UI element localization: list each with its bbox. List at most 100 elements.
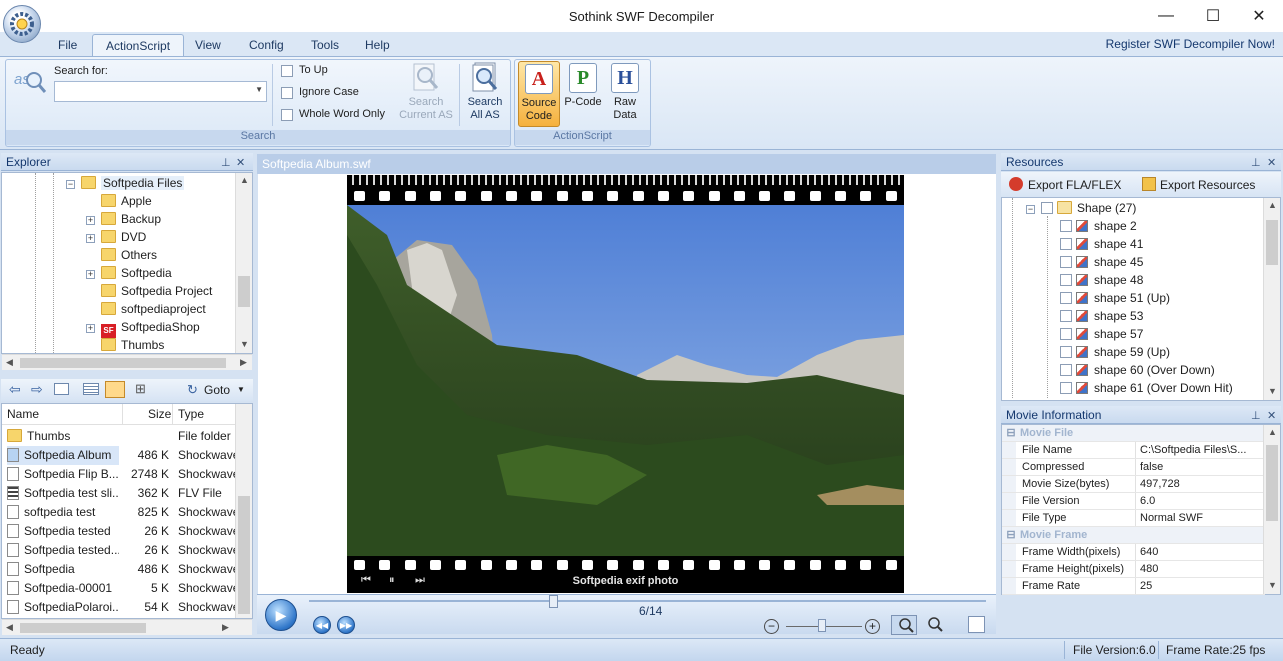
tab-config[interactable]: Config bbox=[236, 34, 297, 56]
property-row[interactable]: File Version 6.0 bbox=[1002, 493, 1265, 510]
export-fla-button[interactable]: Export FLA/FLEX bbox=[1028, 178, 1121, 192]
forward-arrow-icon[interactable]: ⇨ bbox=[31, 381, 43, 398]
scroll-thumb[interactable] bbox=[1266, 445, 1278, 521]
tree-item[interactable]: + SF SoftpediaShop bbox=[66, 318, 234, 338]
zoom-thumb[interactable] bbox=[818, 619, 826, 632]
tree-item[interactable]: softpediaproject bbox=[66, 300, 234, 318]
scroll-thumb[interactable] bbox=[238, 276, 250, 307]
resource-checkbox[interactable] bbox=[1060, 274, 1072, 286]
search-input[interactable]: ▼ bbox=[54, 81, 267, 102]
expand-icon[interactable]: + bbox=[86, 270, 95, 279]
resource-item[interactable]: shape 41 bbox=[1060, 235, 1233, 253]
resource-checkbox[interactable] bbox=[1060, 220, 1072, 232]
hscroll-thumb[interactable] bbox=[20, 623, 146, 633]
raw-data-button[interactable]: H Raw Data bbox=[605, 63, 645, 122]
tree-item[interactable]: + DVD bbox=[66, 228, 234, 246]
resource-checkbox[interactable] bbox=[1060, 346, 1072, 358]
search-current-as-button[interactable]: Search Current AS bbox=[398, 62, 454, 122]
tree-hscrollbar[interactable]: ◀ ▶ bbox=[2, 354, 252, 370]
scroll-down-icon[interactable]: ▼ bbox=[1268, 386, 1277, 396]
to-up-checkbox[interactable] bbox=[281, 65, 293, 77]
timeline-thumb[interactable] bbox=[548, 595, 558, 608]
collapse-icon[interactable]: ⊟ bbox=[1002, 527, 1020, 543]
pin-icon[interactable]: ⊥ bbox=[1251, 409, 1261, 422]
scroll-right-icon[interactable]: ▶ bbox=[240, 357, 247, 368]
column-type[interactable]: Type bbox=[178, 404, 204, 425]
hscroll-thumb[interactable] bbox=[20, 358, 226, 368]
file-row[interactable]: Softpedia Flip B... 2748 K Shockwave bbox=[2, 465, 236, 484]
property-row[interactable]: File Name C:\Softpedia Files\S... bbox=[1002, 442, 1265, 459]
resource-item[interactable]: shape 60 (Over Down) bbox=[1060, 361, 1233, 379]
zoom-in-icon[interactable]: + bbox=[865, 619, 880, 634]
collapse-icon[interactable]: ⊟ bbox=[1002, 425, 1020, 441]
tree-scrollbar[interactable]: ▲ ▼ bbox=[235, 173, 252, 353]
column-size[interactable]: Size bbox=[148, 404, 171, 425]
resource-checkbox[interactable] bbox=[1060, 238, 1072, 250]
resource-item[interactable]: shape 2 bbox=[1060, 217, 1233, 235]
filter-icon[interactable]: ⊞ bbox=[135, 381, 146, 397]
zoom-out-icon[interactable]: − bbox=[764, 619, 779, 634]
file-row[interactable]: Softpedia Album 486 K Shockwave bbox=[2, 446, 236, 465]
property-category[interactable]: ⊟ Movie File bbox=[1002, 425, 1265, 442]
property-row[interactable]: Frame Width(pixels) 640 bbox=[1002, 544, 1265, 561]
close-panel-icon[interactable]: ✕ bbox=[1267, 409, 1276, 422]
scroll-left-icon[interactable]: ◀ bbox=[6, 357, 13, 368]
expand-icon[interactable]: + bbox=[86, 216, 95, 225]
scroll-down-icon[interactable]: ▼ bbox=[1268, 580, 1277, 590]
resources-scrollbar[interactable]: ▲ ▼ bbox=[1263, 198, 1280, 400]
resource-checkbox[interactable] bbox=[1060, 382, 1072, 394]
close-panel-icon[interactable]: ✕ bbox=[1267, 156, 1276, 169]
property-category[interactable]: ⊟ Movie Frame bbox=[1002, 527, 1265, 544]
register-link[interactable]: Register SWF Decompiler Now! bbox=[1106, 37, 1275, 51]
file-row[interactable]: SoftpediaPolaroi... 54 K Shockwave bbox=[2, 598, 236, 617]
minimize-button[interactable]: — bbox=[1143, 0, 1189, 32]
list-view-icon[interactable] bbox=[83, 383, 99, 395]
resource-item[interactable]: shape 57 bbox=[1060, 325, 1233, 343]
resource-item[interactable]: shape 59 (Up) bbox=[1060, 343, 1233, 361]
dropdown-arrow-icon[interactable]: ▼ bbox=[255, 85, 263, 94]
scroll-thumb[interactable] bbox=[1266, 220, 1278, 265]
up-folder-icon[interactable] bbox=[54, 383, 69, 395]
pin-icon[interactable]: ⊥ bbox=[1251, 156, 1261, 169]
document-tab[interactable]: Softpedia Album.swf bbox=[257, 154, 996, 174]
resource-checkbox[interactable] bbox=[1060, 310, 1072, 322]
scroll-up-icon[interactable]: ▲ bbox=[1268, 200, 1277, 210]
fit-window-icon[interactable] bbox=[891, 615, 917, 635]
export-resources-button[interactable]: Export Resources bbox=[1160, 178, 1255, 192]
tab-view[interactable]: View bbox=[182, 34, 234, 56]
collapse-icon[interactable]: − bbox=[66, 180, 75, 189]
scroll-up-icon[interactable]: ▲ bbox=[1268, 427, 1277, 437]
goto-dropdown-icon[interactable]: ▼ bbox=[237, 385, 245, 394]
property-row[interactable]: Frame Rate 25 bbox=[1002, 578, 1265, 595]
shape-group-checkbox[interactable] bbox=[1041, 202, 1053, 214]
tree-item[interactable]: Apple bbox=[66, 192, 234, 210]
property-row[interactable]: Compressed false bbox=[1002, 459, 1265, 476]
property-row[interactable]: Movie Size(bytes) 497,728 bbox=[1002, 476, 1265, 493]
whole-word-checkbox[interactable] bbox=[281, 109, 293, 121]
close-panel-icon[interactable]: ✕ bbox=[236, 156, 245, 169]
tab-tools[interactable]: Tools bbox=[298, 34, 352, 56]
property-row[interactable]: File Type Normal SWF bbox=[1002, 510, 1265, 527]
movie-info-scrollbar[interactable]: ▲ ▼ bbox=[1263, 425, 1280, 594]
pin-icon[interactable]: ⊥ bbox=[221, 156, 231, 169]
scroll-left-icon[interactable]: ◀ bbox=[6, 622, 13, 633]
source-code-button[interactable]: A Source Code bbox=[518, 61, 560, 127]
file-list-hscrollbar[interactable]: ◀ ▶ bbox=[2, 619, 252, 635]
resource-checkbox[interactable] bbox=[1060, 364, 1072, 376]
property-row[interactable]: Frame Height(pixels) 480 bbox=[1002, 561, 1265, 578]
details-view-icon[interactable] bbox=[105, 381, 125, 398]
file-row[interactable]: Softpedia-00001 5 K Shockwave bbox=[2, 579, 236, 598]
scroll-up-icon[interactable]: ▲ bbox=[240, 175, 249, 185]
file-row[interactable]: Softpedia 486 K Shockwave bbox=[2, 560, 236, 579]
resource-item[interactable]: shape 45 bbox=[1060, 253, 1233, 271]
scroll-right-icon[interactable]: ▶ bbox=[222, 622, 229, 633]
application-menu-button[interactable] bbox=[3, 5, 41, 43]
fullscreen-icon[interactable] bbox=[968, 616, 985, 633]
tab-file[interactable]: File bbox=[45, 34, 90, 56]
column-name[interactable]: Name bbox=[7, 404, 39, 425]
ignore-case-checkbox[interactable] bbox=[281, 87, 293, 99]
tree-item[interactable]: − Softpedia Files bbox=[66, 174, 234, 192]
rewind-button[interactable]: ◀◀ bbox=[313, 616, 331, 634]
back-arrow-icon[interactable]: ⇦ bbox=[9, 381, 21, 398]
resource-item[interactable]: shape 51 (Up) bbox=[1060, 289, 1233, 307]
